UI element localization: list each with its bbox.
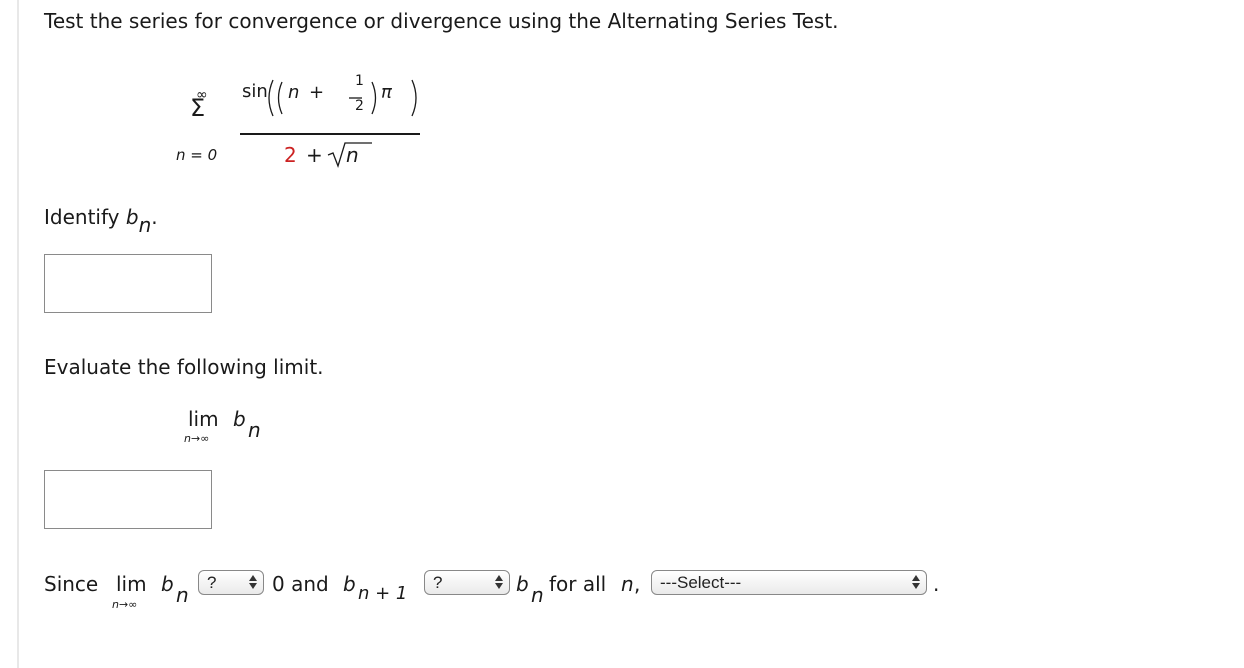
since-b: b [161,572,174,596]
bn-answer-input[interactable] [44,254,212,313]
b-n-sub: n [531,583,544,607]
sum-lower-limit: n = 0 [176,146,218,164]
updown-arrows-icon [495,574,503,590]
denominator-plus: + [306,143,323,167]
for-all-comma: , [634,572,641,596]
b-n-plus-1: b [343,572,356,596]
for-all-text: for all [549,572,607,596]
identify-b-sub: n [138,213,152,237]
evaluate-prompt: Evaluate the following limit. [44,355,324,379]
conclusion-select[interactable]: ---Select--- [651,570,927,595]
left-border [17,0,19,668]
since-lim-sub: n→∞ [112,598,138,611]
b-n-plus-1-sub: n + 1 [358,583,408,604]
frac-numerator: 1 [355,73,364,89]
since-text: Since [44,572,99,596]
since-b-sub: n [176,583,189,607]
lim-word: lim [188,407,219,431]
numerator-n: n [288,82,300,103]
relation-select-1[interactable]: ? [198,570,264,595]
relation-select-1-value: ? [207,572,217,592]
pi-symbol: π [381,82,392,103]
conclusion-select-value: ---Select--- [660,572,742,592]
end-period: . [933,572,940,596]
limit-answer-input[interactable] [44,470,212,529]
b-n: b [516,572,529,596]
identify-prompt: Identify bn. [44,205,158,237]
for-all-n: n [621,572,634,596]
outer-parens-icon [268,79,417,117]
frac-denominator: 2 [355,98,364,114]
since-lim: lim [116,572,147,596]
lim-subscript: n→∞ [184,432,210,445]
fraction-bar [240,133,420,135]
numerator-plus: + [309,82,325,103]
lim-b: b [233,407,246,431]
identify-b: b [125,205,139,229]
denominator-n: n [346,143,359,167]
identify-period: . [151,205,158,229]
updown-arrows-icon [249,574,257,590]
relation-select-2[interactable]: ? [424,570,510,595]
denominator-constant: 2 [284,143,297,167]
series-expression: ∞ Σ n = 0 sin n + 1 2 π 2 + n [168,70,428,180]
updown-arrows-icon [912,574,920,590]
identify-label: Identify [44,205,120,229]
zero-and-text: 0 and [272,572,329,596]
question-prompt: Test the series for convergence or diver… [44,9,839,33]
summation-symbol: Σ [190,94,206,122]
lim-b-sub: n [248,418,261,442]
relation-select-2-value: ? [433,572,443,592]
